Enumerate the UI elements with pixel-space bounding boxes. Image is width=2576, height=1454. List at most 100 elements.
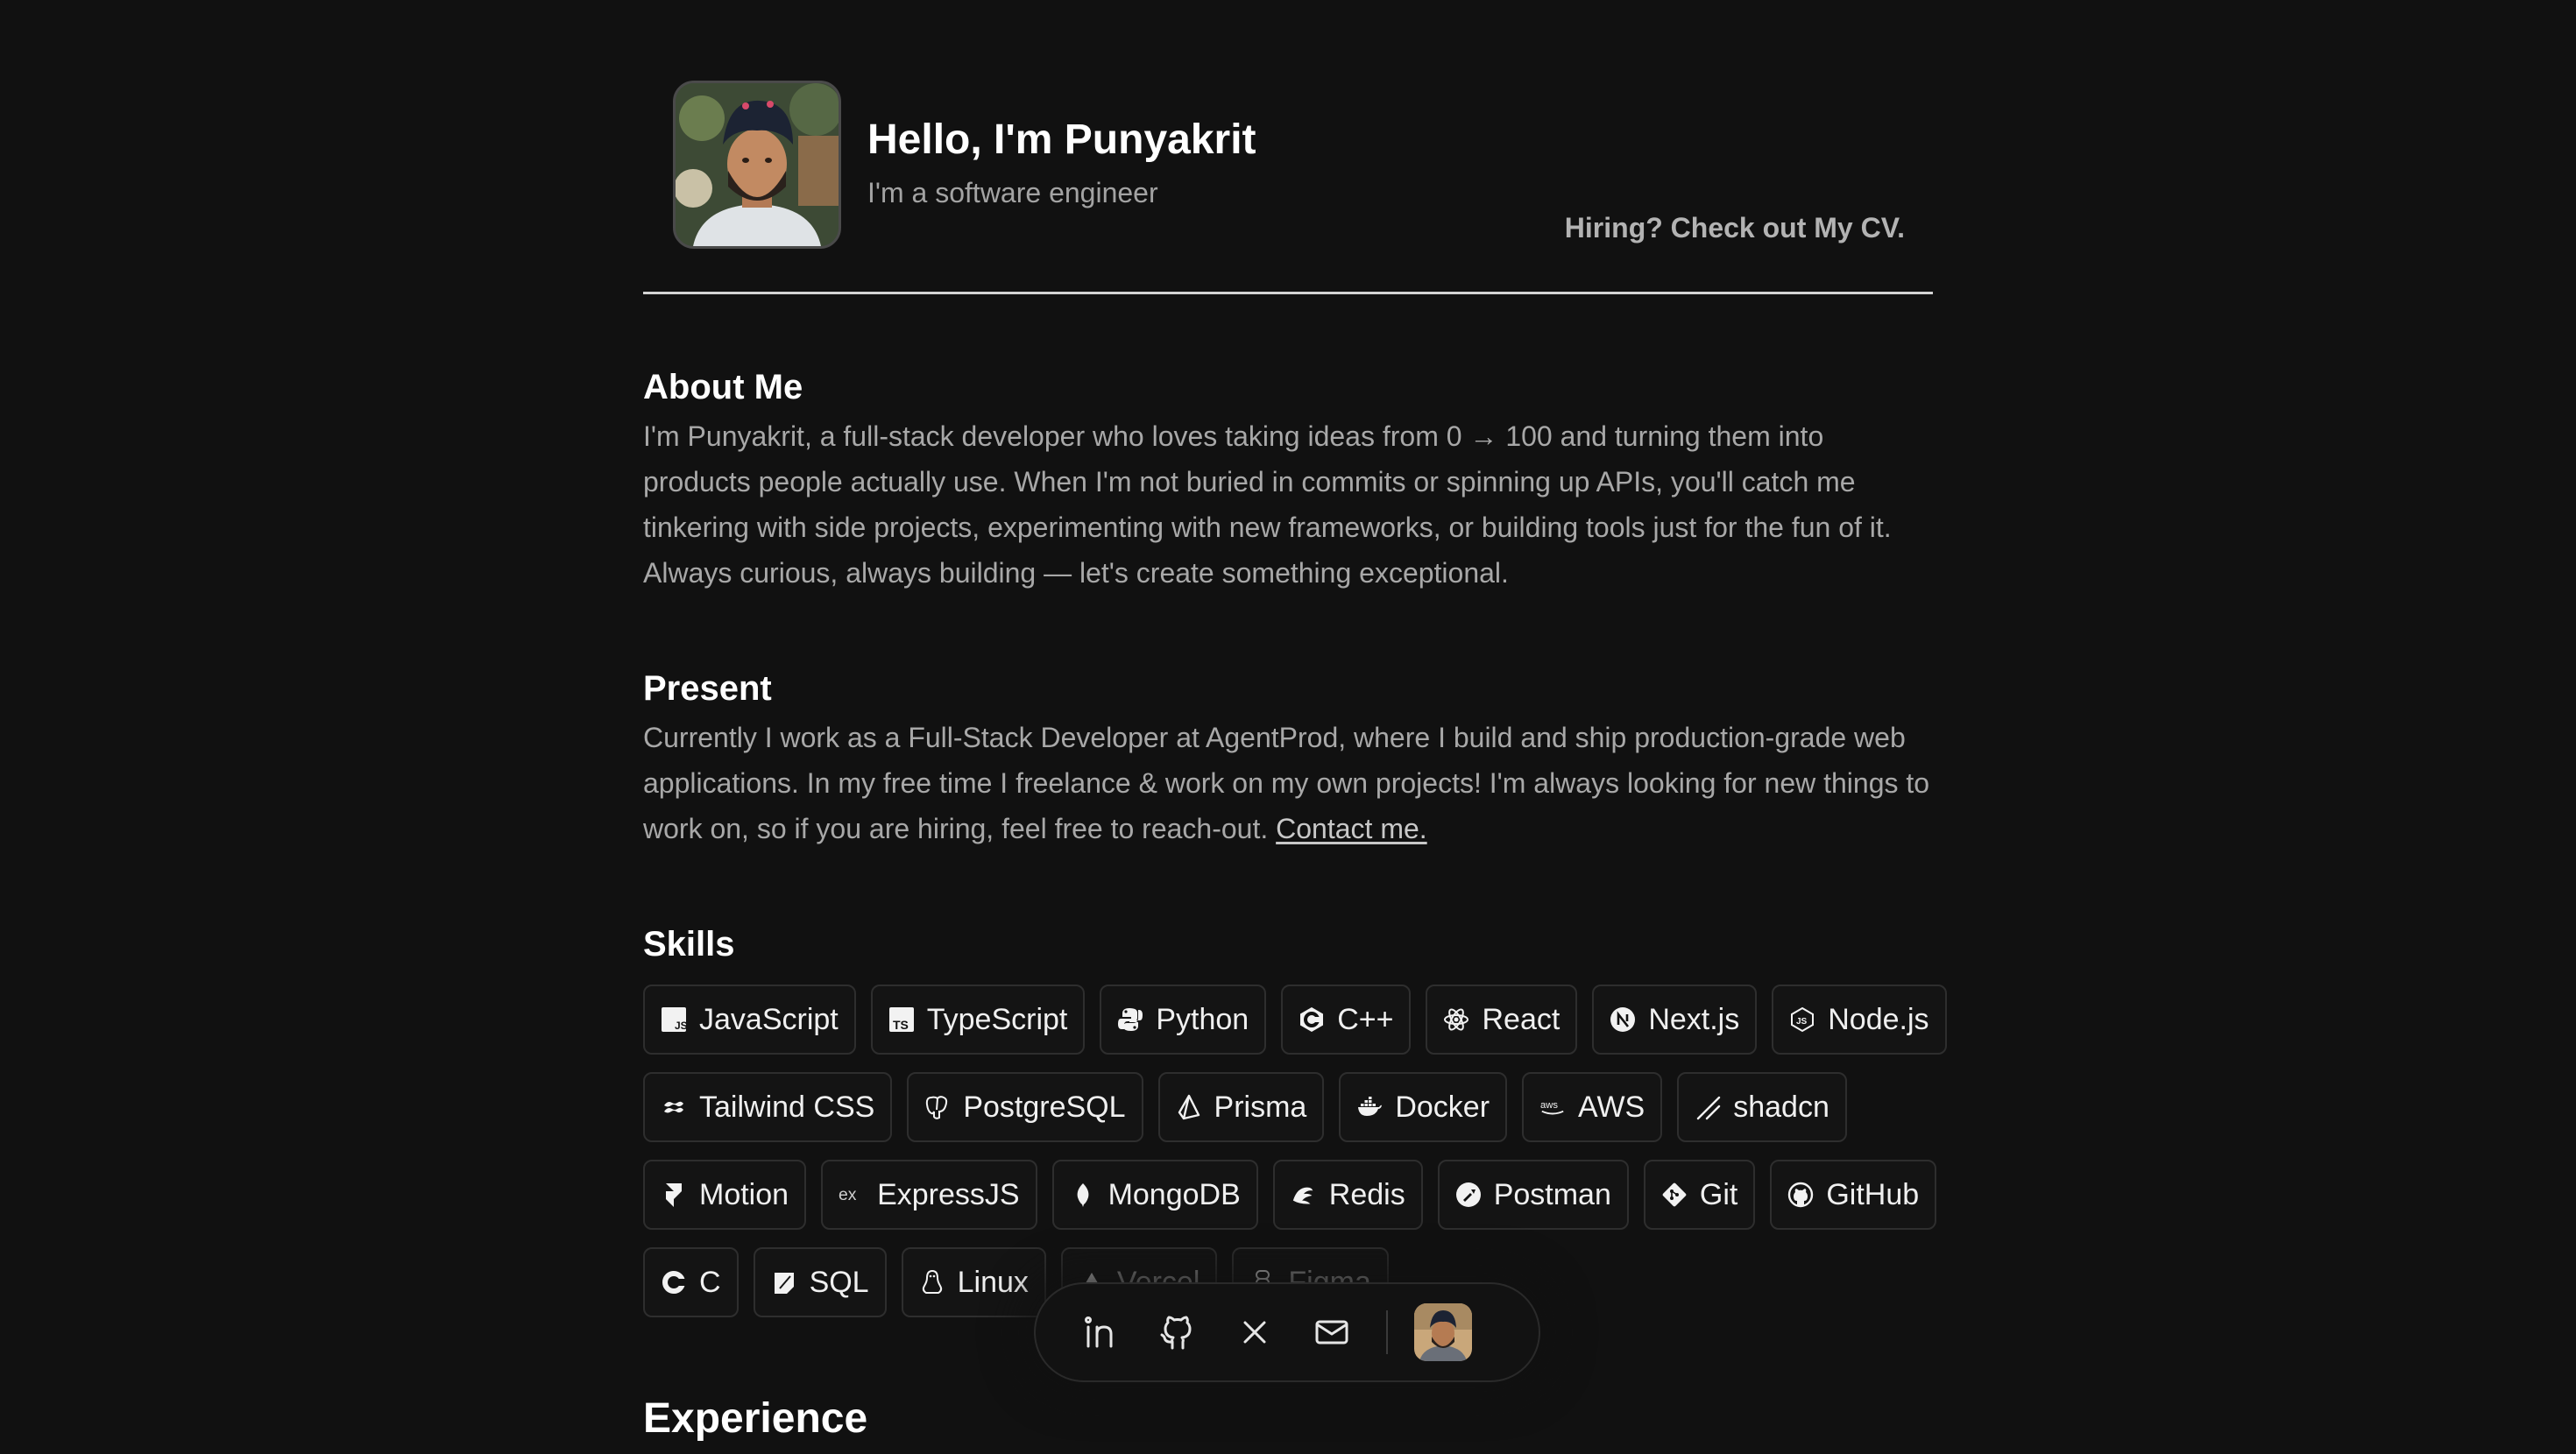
github-icon xyxy=(1160,1316,1192,1350)
redis-icon xyxy=(1291,1182,1317,1208)
skill-label: Python xyxy=(1156,1002,1249,1036)
skill-label: React xyxy=(1482,1002,1560,1036)
skill-chip-c[interactable]: C xyxy=(643,1247,739,1317)
skill-chip-docker[interactable]: Docker xyxy=(1339,1072,1508,1142)
skill-label: ExpressJS xyxy=(877,1177,1020,1211)
skill-label: Linux xyxy=(957,1265,1029,1299)
skill-chip-expressjs[interactable]: ex ExpressJS xyxy=(821,1160,1037,1230)
motion-icon xyxy=(661,1182,687,1208)
svg-text:JS: JS xyxy=(1796,1017,1808,1027)
mongodb-icon xyxy=(1070,1182,1096,1208)
skill-label: Tailwind CSS xyxy=(699,1090,875,1124)
nextjs-icon xyxy=(1610,1006,1636,1033)
skill-chip-cplusplus[interactable]: C++ xyxy=(1281,985,1412,1055)
skill-chip-shadcn[interactable]: shadcn xyxy=(1677,1072,1847,1142)
skill-chip-prisma[interactable]: Prisma xyxy=(1157,1072,1325,1142)
skill-label: shadcn xyxy=(1733,1090,1829,1124)
experience-title: Experience xyxy=(643,1395,868,1442)
javascript-icon: JS xyxy=(661,1006,687,1033)
skill-label: TypeScript xyxy=(926,1002,1068,1036)
c-icon xyxy=(661,1269,687,1295)
svg-text:JS: JS xyxy=(675,1020,686,1032)
cv-link[interactable]: Hiring? Check out My CV. xyxy=(1565,212,1905,244)
skill-label: Git xyxy=(1699,1177,1738,1211)
dock-github-button[interactable] xyxy=(1151,1306,1204,1359)
nodejs-icon: JS xyxy=(1789,1006,1815,1033)
aws-icon: aws xyxy=(1539,1094,1566,1120)
skill-label: Prisma xyxy=(1214,1090,1307,1124)
postman-icon xyxy=(1455,1182,1482,1208)
skill-chip-redis[interactable]: Redis xyxy=(1272,1160,1423,1230)
x-icon xyxy=(1243,1321,1266,1344)
skill-chip-nextjs[interactable]: Next.js xyxy=(1592,985,1758,1055)
skill-label: Postman xyxy=(1493,1177,1611,1211)
skills-title: Skills xyxy=(643,925,735,963)
present-text: Currently I work as a Full-Stack Develop… xyxy=(643,715,1933,851)
skill-chip-tailwind[interactable]: Tailwind CSS xyxy=(643,1072,893,1142)
skill-label: GitHub xyxy=(1826,1177,1920,1211)
skill-label: SQL xyxy=(809,1265,869,1299)
skill-chip-python[interactable]: Python xyxy=(1100,985,1267,1055)
page-subtitle: I'm a software engineer xyxy=(867,177,1158,208)
dock-linkedin-button[interactable] xyxy=(1074,1306,1127,1359)
skills-row: Motion ex ExpressJS MongoDB Redis Postma… xyxy=(643,1160,1937,1230)
skill-label: Node.js xyxy=(1828,1002,1929,1036)
about-text: I'm Punyakrit, a full-stack developer wh… xyxy=(643,420,1892,589)
svg-text:aws: aws xyxy=(1540,1100,1558,1111)
postgresql-icon xyxy=(924,1094,951,1120)
skill-chip-linux[interactable]: Linux xyxy=(901,1247,1046,1317)
skill-label: Docker xyxy=(1395,1090,1490,1124)
git-icon xyxy=(1661,1182,1688,1208)
present-title: Present xyxy=(643,669,772,708)
skill-label: C xyxy=(699,1265,721,1299)
dock-avatar-button[interactable] xyxy=(1414,1303,1472,1361)
main-container: Hello, I'm Punyakrit I'm a software engi… xyxy=(643,0,1947,1442)
react-icon xyxy=(1443,1006,1469,1033)
skills-row: Tailwind CSS PostgreSQL Prisma Docker aw… xyxy=(643,1072,1933,1142)
skill-label: Next.js xyxy=(1648,1002,1740,1036)
skill-label: PostgreSQL xyxy=(963,1090,1126,1124)
mail-icon xyxy=(1315,1320,1348,1345)
profile-header: Hello, I'm Punyakrit I'm a software engi… xyxy=(643,0,1933,294)
skill-chip-react[interactable]: React xyxy=(1426,985,1578,1055)
sql-icon xyxy=(771,1269,797,1295)
skill-chip-sql[interactable]: SQL xyxy=(753,1247,887,1317)
skill-chip-nodejs[interactable]: JS Node.js xyxy=(1772,985,1947,1055)
linux-icon xyxy=(919,1269,945,1295)
skill-chip-motion[interactable]: Motion xyxy=(643,1160,807,1230)
about-title: About Me xyxy=(643,368,803,406)
typescript-icon: TS xyxy=(888,1006,915,1033)
skill-chip-postgresql[interactable]: PostgreSQL xyxy=(907,1072,1143,1142)
svg-text:TS: TS xyxy=(893,1018,909,1032)
cplusplus-icon xyxy=(1299,1006,1325,1033)
python-icon xyxy=(1117,1006,1143,1033)
skill-chip-postman[interactable]: Postman xyxy=(1437,1160,1629,1230)
social-dock xyxy=(1034,1282,1540,1382)
skill-label: JavaScript xyxy=(699,1002,839,1036)
prisma-icon xyxy=(1176,1094,1202,1120)
contact-link[interactable]: Contact me. xyxy=(1276,813,1427,844)
page-title: Hello, I'm Punyakrit xyxy=(867,116,1256,163)
skill-chip-github[interactable]: GitHub xyxy=(1770,1160,1937,1230)
skill-chip-aws[interactable]: aws AWS xyxy=(1522,1072,1663,1142)
skill-label: C++ xyxy=(1337,1002,1394,1036)
skill-chip-mongodb[interactable]: MongoDB xyxy=(1051,1160,1258,1230)
shadcn-icon xyxy=(1695,1094,1721,1120)
skill-label: Motion xyxy=(699,1177,789,1211)
dock-x-button[interactable] xyxy=(1228,1306,1281,1359)
express-icon: ex xyxy=(839,1182,865,1208)
skill-label: AWS xyxy=(1578,1090,1645,1124)
tailwind-icon xyxy=(661,1094,687,1120)
skill-chip-typescript[interactable]: TS TypeScript xyxy=(870,985,1086,1055)
dock-mail-button[interactable] xyxy=(1306,1306,1358,1359)
skill-label: MongoDB xyxy=(1108,1177,1241,1211)
dock-divider xyxy=(1386,1310,1388,1354)
portfolio-page: Hello, I'm Punyakrit I'm a software engi… xyxy=(0,0,2576,1454)
docker-icon xyxy=(1356,1094,1383,1120)
linkedin-icon xyxy=(1085,1316,1113,1348)
github-icon xyxy=(1787,1182,1814,1208)
profile-avatar xyxy=(673,81,841,249)
skills-row: JS JavaScript TS TypeScript Python C++ R… xyxy=(643,985,1947,1055)
skill-chip-javascript[interactable]: JS JavaScript xyxy=(643,985,856,1055)
skill-chip-git[interactable]: Git xyxy=(1643,1160,1756,1230)
